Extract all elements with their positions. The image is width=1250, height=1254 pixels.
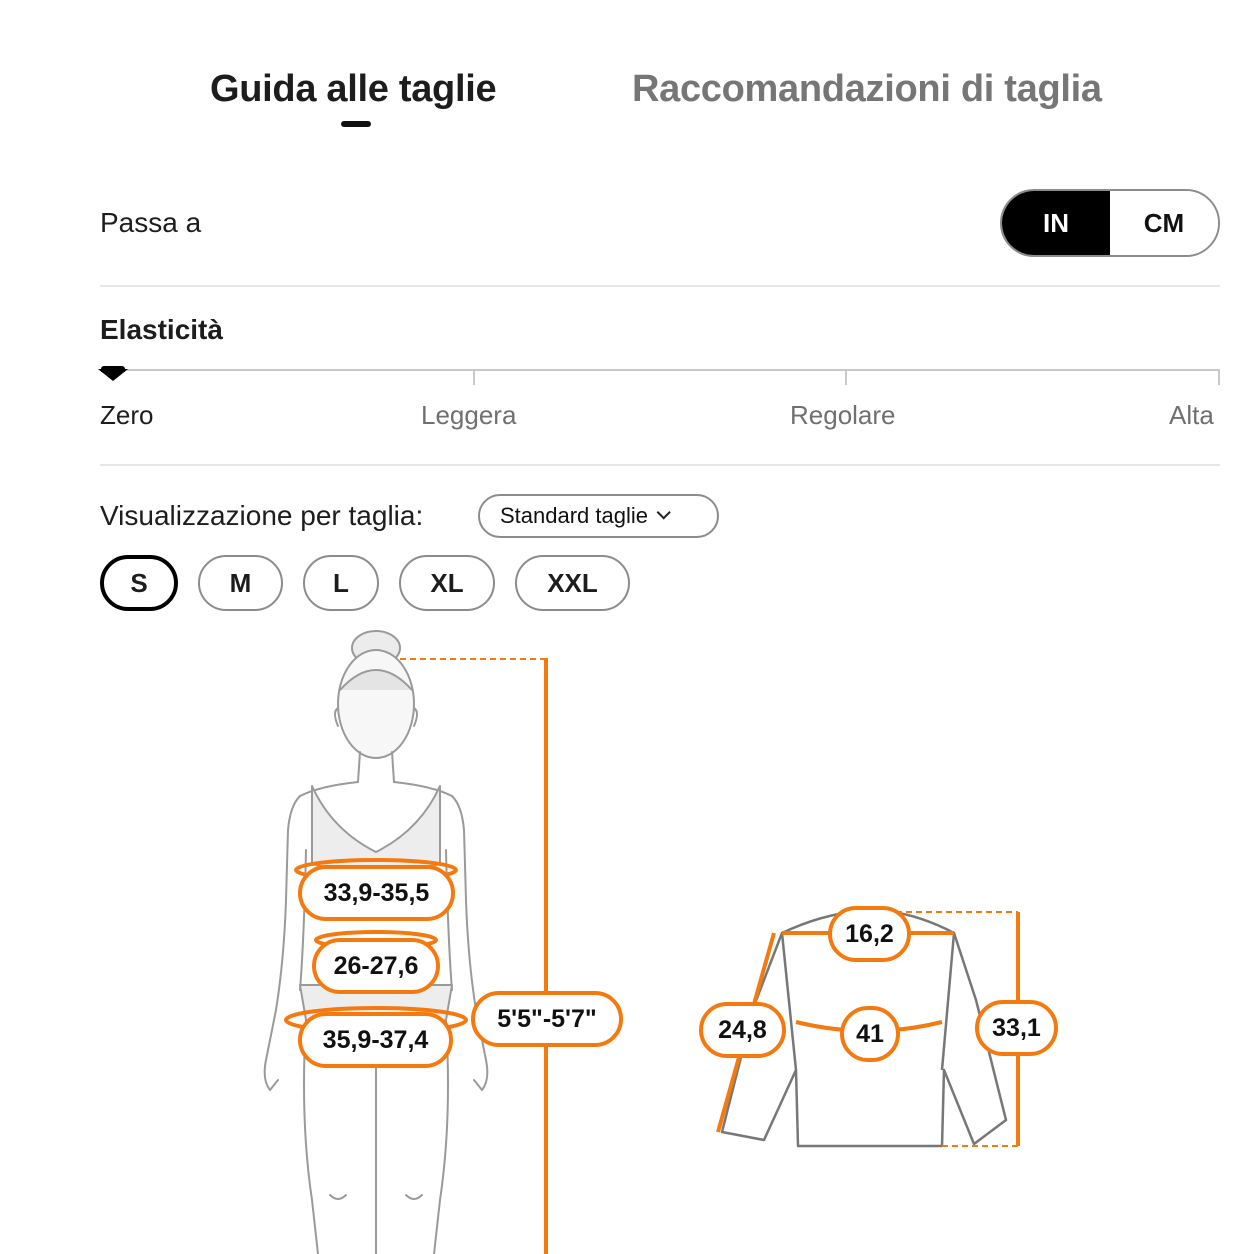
divider	[100, 285, 1220, 287]
size-option-s[interactable]: S	[100, 555, 178, 611]
measurement-diagram: 33,9-35,5 26-27,6 35,9-37,4 5'5"-5'7" 16…	[0, 620, 1250, 1254]
size-standard-value: Standard taglie	[500, 503, 648, 528]
slider-tick	[845, 369, 847, 385]
slider-tick	[1218, 369, 1220, 385]
elasticity-stop-light[interactable]: Leggera	[421, 400, 516, 431]
chevron-down-icon	[656, 505, 671, 520]
elasticity-slider-thumb[interactable]	[98, 363, 128, 383]
size-option-l[interactable]: L	[303, 555, 379, 611]
size-view-label: Visualizzazione per taglia:	[100, 500, 424, 531]
elasticity-stop-regular[interactable]: Regolare	[790, 400, 896, 431]
waist-measurement: 26-27,6	[312, 938, 440, 994]
size-option-xxl[interactable]: XXL	[515, 555, 630, 611]
tab-bar: Guida alle taglie Raccomandazioni di tag…	[0, 68, 1250, 138]
length-measurement: 33,1	[975, 1000, 1058, 1056]
unit-switch-row: Passa a IN CM	[100, 189, 1220, 257]
slider-tick	[473, 369, 475, 385]
size-standard-dropdown[interactable]: Standard taglie	[478, 494, 719, 538]
size-option-m[interactable]: M	[198, 555, 283, 611]
elasticity-stop-zero[interactable]: Zero	[100, 400, 153, 431]
elasticity-slider-track[interactable]	[100, 369, 1220, 371]
divider	[100, 464, 1220, 466]
unit-option-in[interactable]: IN	[1002, 191, 1110, 255]
elasticity-title: Elasticità	[100, 314, 223, 345]
elasticity-stop-high[interactable]: Alta	[1169, 400, 1214, 431]
chest-measurement: 41	[840, 1006, 900, 1062]
figure-illustrations	[263, 630, 1020, 1254]
bust-measurement: 33,9-35,5	[298, 865, 455, 921]
shoulder-measurement: 16,2	[828, 906, 911, 962]
unit-toggle: IN CM	[1000, 189, 1220, 257]
active-tab-indicator	[341, 121, 371, 127]
tab-size-guide[interactable]: Guida alle taglie	[210, 68, 497, 111]
height-measurement: 5'5"-5'7"	[471, 991, 623, 1047]
size-option-xl[interactable]: XL	[399, 555, 495, 611]
tab-size-recommendations[interactable]: Raccomandazioni di taglia	[632, 68, 1102, 111]
unit-option-cm[interactable]: CM	[1110, 191, 1218, 255]
hips-measurement: 35,9-37,4	[298, 1012, 453, 1068]
unit-switch-label: Passa a	[100, 207, 202, 238]
sleeve-measurement: 24,8	[699, 1002, 786, 1058]
